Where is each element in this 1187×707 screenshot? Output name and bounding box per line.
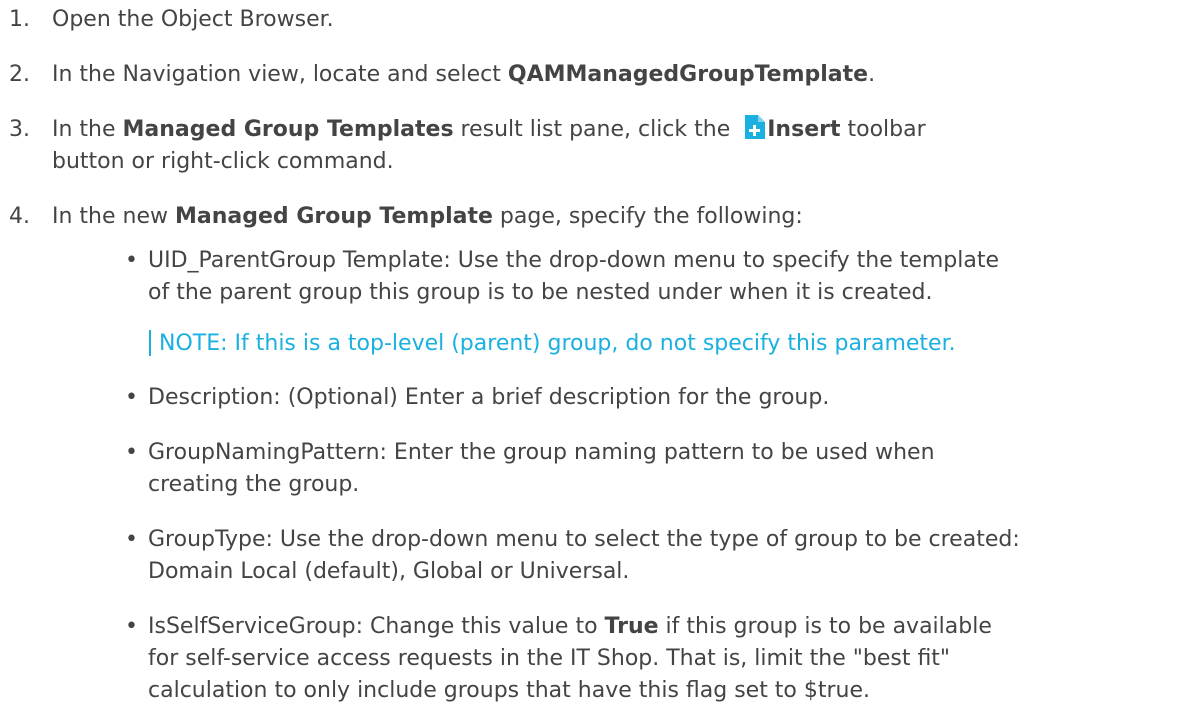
bullet-glyph: •	[125, 440, 138, 465]
step-text-post: .	[868, 62, 876, 87]
step-number: 2.	[9, 62, 30, 87]
note-label: NOTE:	[159, 331, 228, 356]
step-text-pre: In the	[52, 117, 123, 142]
step-4: 4. In the new Managed Group Template page…	[0, 201, 803, 233]
note: NOTE: If this is a top-level (parent) gr…	[149, 328, 956, 360]
parameter-item-grouptype: • GroupType: Use the drop-down menu to s…	[125, 524, 1020, 588]
parameter-text-continued: creating the group.	[148, 472, 360, 497]
parameter-text-continued: for self-service access requests in the …	[148, 646, 951, 671]
step-3: 3. In the Managed Group Templates result …	[0, 114, 926, 178]
step-text: Open the Object Browser.	[52, 7, 334, 32]
parameter-text: GroupNamingPattern: Enter the group nami…	[148, 440, 935, 465]
parameter-text: UID_ParentGroup Template: Use the drop-d…	[148, 248, 1000, 273]
bullet-glyph: •	[125, 614, 138, 639]
insert-button-label: Insert	[767, 117, 841, 142]
parameter-item-isselfservicegroup: • IsSelfServiceGroup: Change this value …	[125, 611, 992, 707]
note-bar	[149, 330, 151, 356]
step-text-mid: result list pane, click the	[453, 117, 738, 142]
parameter-item-uid-parentgroup-template: • UID_ParentGroup Template: Use the drop…	[125, 245, 999, 309]
value-true: True	[604, 614, 659, 639]
step-text-continued: button or right-click command.	[52, 149, 394, 174]
parameter-text: GroupType: Use the drop-down menu to sel…	[148, 527, 1020, 552]
procedure-document: 1. Open the Object Browser. 2. In the Navi…	[0, 0, 1187, 703]
parameter-item-description: • Description: (Optional) Enter a brief …	[125, 382, 829, 414]
parameter-text-continued: of the parent group this group is to be …	[148, 280, 933, 305]
step-text-pre: In the new	[52, 204, 175, 229]
insert-icon	[743, 114, 767, 140]
parameter-text: IsSelfServiceGroup: Change this value to…	[125, 611, 992, 643]
step-1: 1. Open the Object Browser.	[0, 4, 334, 36]
page-name: Managed Group Template	[175, 204, 493, 229]
bullet-glyph: •	[125, 248, 138, 273]
parameter-text-post: if this group is to be available	[658, 614, 992, 639]
step-text-post: toolbar	[840, 117, 926, 142]
step-number: 1.	[9, 7, 30, 32]
bullet-glyph: •	[125, 527, 138, 552]
parameter-text-continued: calculation to only include groups that …	[148, 678, 871, 703]
parameter-text-pre: IsSelfServiceGroup: Change this value to	[148, 614, 605, 639]
bullet-glyph: •	[125, 385, 138, 410]
step-text-pre: In the Navigation view, locate and selec…	[52, 62, 508, 87]
step-number: 3.	[9, 117, 30, 142]
parameter-text-continued: Domain Local (default), Global or Univer…	[148, 559, 630, 584]
step-text-post: page, specify the following:	[492, 204, 803, 229]
pane-name: Managed Group Templates	[122, 117, 454, 142]
object-name: QAMManagedGroupTemplate	[507, 62, 869, 87]
parameter-text: Description: (Optional) Enter a brief de…	[148, 385, 830, 410]
step-2: 2. In the Navigation view, locate and sel…	[0, 59, 875, 91]
note-text: If this is a top-level (parent) group, d…	[227, 331, 956, 356]
step-number: 4.	[9, 204, 30, 229]
parameter-item-groupnamingpattern: • GroupNamingPattern: Enter the group na…	[125, 437, 935, 501]
